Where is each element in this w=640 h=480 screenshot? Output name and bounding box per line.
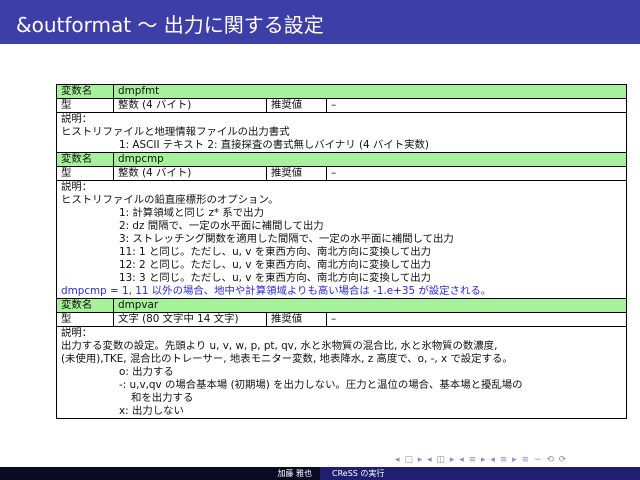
param-type-row: 型 整数 (4 バイト) 推奨値 – xyxy=(56,98,628,113)
param-description: 説明： ヒストリファイルと地理情報ファイルの出力書式 1: ASCII テキスト… xyxy=(55,112,628,153)
desc-line: ヒストリファイルと地理情報ファイルの出力書式 xyxy=(61,126,290,138)
varname-label: 変数名 xyxy=(56,152,114,167)
desc-line: 13: 3 と同じ。ただし、u, v を東西方向、南北方向に変換して出力 xyxy=(119,272,432,284)
slide-content: 変数名 dmpfmt 型 整数 (4 バイト) 推奨値 – 説明： ヒストリファ… xyxy=(55,84,628,419)
param-type: 整数 (4 バイト) xyxy=(113,166,267,181)
param-name-row: 変数名 dmpvar xyxy=(56,298,628,313)
type-label: 型 xyxy=(56,98,114,113)
desc-line: 11: 1 と同じ。ただし、u, v を東西方向、南北方向に変換して出力 xyxy=(119,246,432,258)
slide-footer: 加藤 雅也 CReSS の実行 xyxy=(0,467,640,480)
desc-line: 和を出力する xyxy=(131,392,194,404)
slide-title: &outformat ～ 出力に関する設定 xyxy=(16,13,324,37)
param-type: 文字 (80 文字中 14 文字) xyxy=(113,312,267,327)
slide-header: &outformat ～ 出力に関する設定 xyxy=(0,0,640,44)
desc-line: 3: ストレッチング関数を適用した間隔で、一定の水平面に補間して出力 xyxy=(119,233,454,245)
varname-label: 変数名 xyxy=(56,84,114,99)
desc-line: -: u,v,qv の場合基本場 (初期場) を出力しない。圧力と温位の場合、基… xyxy=(119,379,523,391)
param-name-row: 変数名 dmpcmp xyxy=(56,152,628,167)
param-name-row: 変数名 dmpfmt xyxy=(56,84,628,99)
param-description: 説明： 出力する変数の設定。先頭より u, v, w, p, pt, qv, 水… xyxy=(55,326,628,419)
param-type-row: 型 文字 (80 文字中 14 文字) 推奨値 – xyxy=(56,312,628,327)
desc-line: 1: 計算領域と同じ z* 系で出力 xyxy=(119,207,264,219)
footer-author: 加藤 雅也 xyxy=(0,467,320,480)
param-type-row: 型 整数 (4 バイト) 推奨値 – xyxy=(56,166,628,181)
desc-label: 説明： xyxy=(61,181,93,193)
param-name: dmpfmt xyxy=(112,84,628,99)
footer-title: CReSS の実行 xyxy=(320,467,640,480)
type-label: 型 xyxy=(56,312,114,327)
param-description: 説明： ヒストリファイルの鉛直座標形のオプション。 1: 計算領域と同じ z* … xyxy=(55,180,628,299)
type-label: 型 xyxy=(56,166,114,181)
param-desc-row: 説明： ヒストリファイルの鉛直座標形のオプション。 1: 計算領域と同じ z* … xyxy=(55,180,628,299)
desc-line: o: 出力する xyxy=(119,366,174,378)
param-recommended: – xyxy=(325,166,628,181)
beamer-navigation-icons[interactable]: ◂ ▢ ▸ ◂ ◫ ▸ ◂ ≡ ▸ ◂ ≡ ▸ ≡ ∽ ⟲ ⟳ xyxy=(395,455,567,465)
desc-line: 1: ASCII テキスト 2: 直接探査の書式無しバイナリ (4 バイト実数) xyxy=(119,139,429,151)
desc-line: ヒストリファイルの鉛直座標形のオプション。 xyxy=(61,194,279,206)
recommended-label: 推奨値 xyxy=(266,98,327,113)
param-name: dmpvar xyxy=(112,298,628,313)
desc-line: 2: dz 間隔で、一定の水平面に補間して出力 xyxy=(119,220,324,232)
param-recommended: – xyxy=(325,98,628,113)
param-name: dmpcmp xyxy=(112,152,628,167)
desc-line: (未使用),TKE, 混合比のトレーサー, 地表モニター変数, 地表降水, z … xyxy=(61,353,513,365)
param-desc-row: 説明： 出力する変数の設定。先頭より u, v, w, p, pt, qv, 水… xyxy=(55,326,628,419)
parameter-table: 変数名 dmpfmt 型 整数 (4 バイト) 推奨値 – 説明： ヒストリファ… xyxy=(55,84,628,419)
varname-label: 変数名 xyxy=(56,298,114,313)
param-recommended: – xyxy=(325,312,628,327)
recommended-label: 推奨値 xyxy=(266,166,327,181)
recommended-label: 推奨値 xyxy=(266,312,327,327)
desc-line: 12: 2 と同じ。ただし、u, v を東西方向、南北方向に変換して出力 xyxy=(119,259,432,271)
desc-line: 出力する変数の設定。先頭より u, v, w, p, pt, qv, 水と氷物質… xyxy=(61,340,498,352)
desc-label: 説明： xyxy=(61,327,93,339)
param-type: 整数 (4 バイト) xyxy=(113,98,267,113)
desc-note: dmpcmp = 1, 11 以外の場合、地中や計算領域よりも高い場合は -1.… xyxy=(61,285,492,297)
desc-line: x: 出力しない xyxy=(119,405,184,417)
desc-label: 説明： xyxy=(61,113,93,125)
param-desc-row: 説明： ヒストリファイルと地理情報ファイルの出力書式 1: ASCII テキスト… xyxy=(55,112,628,153)
